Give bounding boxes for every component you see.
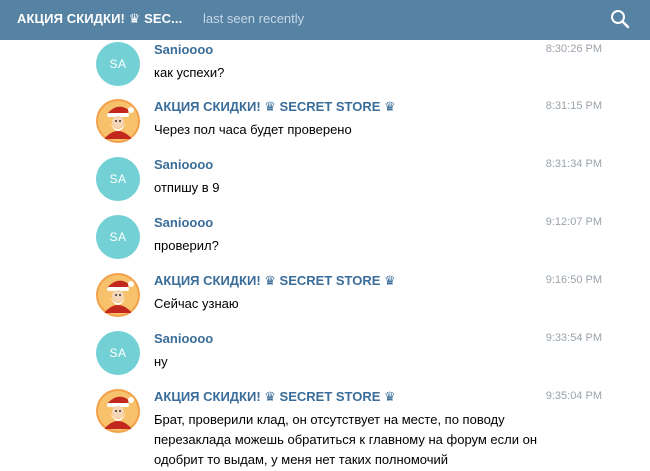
message-time: 9:33:54 PM xyxy=(545,332,602,344)
message-text: как успехи? xyxy=(154,65,225,80)
message-time: 8:31:34 PM xyxy=(545,158,602,170)
message-author[interactable]: Sanioooo xyxy=(154,42,213,57)
message-time: 8:31:15 PM xyxy=(545,100,602,112)
chat-title[interactable]: АКЦИЯ СКИДКИ! ♛ SEC... xyxy=(17,11,182,27)
message-text: Через пол часа будет проверено xyxy=(154,122,352,137)
santa-avatar[interactable] xyxy=(96,273,140,317)
message-text: проверил? xyxy=(154,238,219,253)
message-author[interactable]: Sanioooo xyxy=(154,331,213,346)
message-text: Брат, проверили клад, он отсутствует на … xyxy=(154,412,538,467)
message-author[interactable]: АКЦИЯ СКИДКИ! ♛ SECRET STORE ♛ xyxy=(154,273,396,289)
message-author[interactable]: Sanioooo xyxy=(154,157,213,172)
message-time: 9:16:50 PM xyxy=(545,274,602,286)
avatar[interactable]: SA xyxy=(96,331,140,375)
message-time: 9:35:04 PM xyxy=(545,390,602,402)
avatar[interactable]: SA xyxy=(96,42,140,86)
message-text: Сейчас узнаю xyxy=(154,296,239,311)
message-author[interactable]: АКЦИЯ СКИДКИ! ♛ SECRET STORE ♛ xyxy=(154,389,396,405)
message-author[interactable]: АКЦИЯ СКИДКИ! ♛ SECRET STORE ♛ xyxy=(154,99,396,115)
message-text: ну xyxy=(154,354,168,369)
message-time: 8:30:26 PM xyxy=(545,43,602,55)
chat-header: АКЦИЯ СКИДКИ! ♛ SEC... last seen recentl… xyxy=(0,0,650,40)
search-icon[interactable] xyxy=(610,9,630,29)
message-text: отпишу в 9 xyxy=(154,180,220,195)
message-history[interactable]: SA Sanioooo 8:30:26 PM как успехи? АКЦИЯ… xyxy=(0,40,650,471)
last-seen-status: last seen recently xyxy=(203,11,305,26)
santa-avatar[interactable] xyxy=(96,99,140,143)
message-time: 9:12:07 PM xyxy=(545,216,602,228)
avatar[interactable]: SA xyxy=(96,157,140,201)
avatar[interactable]: SA xyxy=(96,215,140,259)
message-author[interactable]: Sanioooo xyxy=(154,215,213,230)
santa-avatar[interactable] xyxy=(96,389,140,433)
